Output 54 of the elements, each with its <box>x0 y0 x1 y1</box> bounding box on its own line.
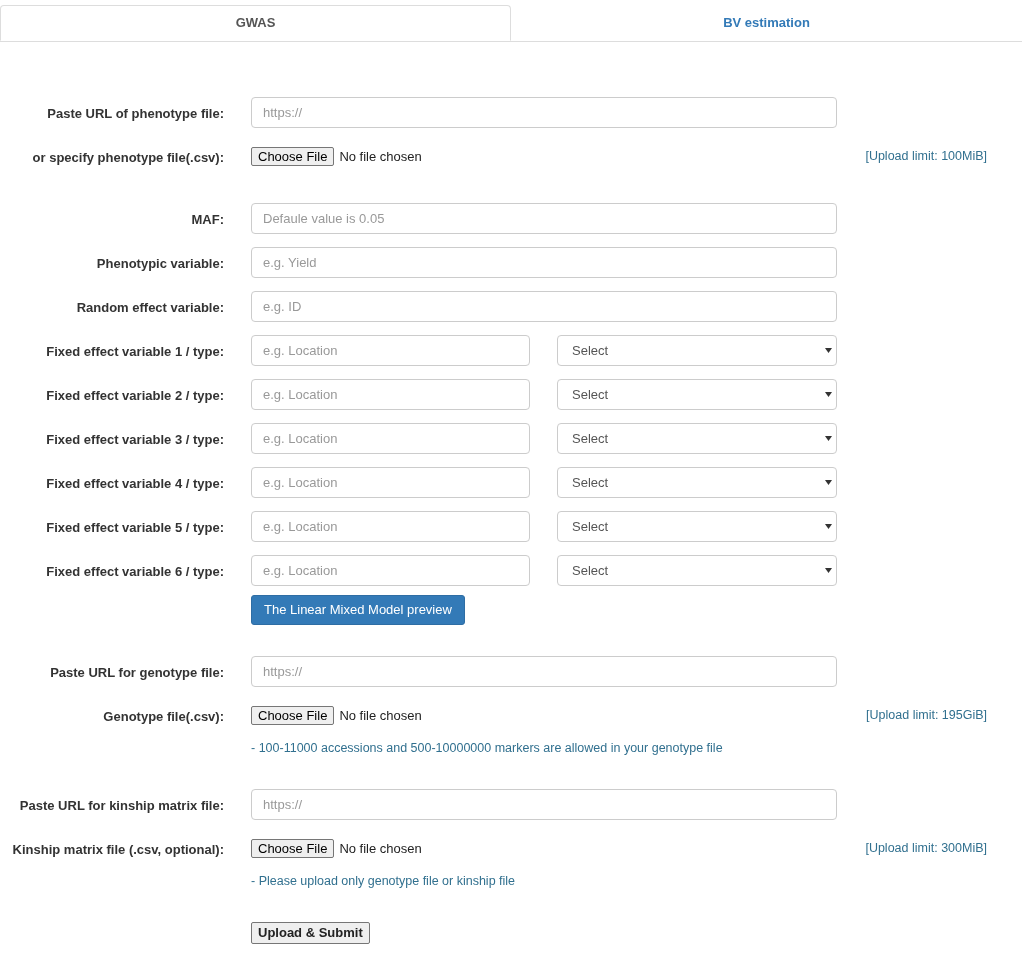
upload-limit: [Upload limit: 100MiB] <box>865 148 987 166</box>
field-label: Fixed effect variable 6 / type: <box>46 563 224 579</box>
field-label: Phenotypic variable: <box>96 255 224 271</box>
caret-icon <box>825 436 832 441</box>
choose-file-button[interactable]: Choose File <box>251 839 335 858</box>
field-label: Kinship matrix file (.csv, optional): <box>12 841 224 857</box>
tab[interactable]: GWAS <box>0 5 511 41</box>
text-field[interactable]: e.g. Location <box>251 379 530 410</box>
field-label: Fixed effect variable 2 / type: <box>46 387 224 403</box>
upload-limit: [Upload limit: 300MiB] <box>865 840 987 858</box>
text-field[interactable]: e.g. Location <box>251 423 530 454</box>
caret-icon <box>825 348 832 353</box>
text-field[interactable]: https:// <box>251 656 837 687</box>
caret-icon <box>825 480 832 485</box>
help-note: - Please upload only genotype file or kinship file <box>251 872 516 890</box>
select-field[interactable]: Select <box>557 467 837 498</box>
caret-icon <box>825 524 832 529</box>
choose-file-button[interactable]: Choose File <box>251 147 335 166</box>
field-label: Fixed effect variable 3 / type: <box>46 431 224 447</box>
choose-file-button[interactable]: Choose File <box>251 706 335 725</box>
select-field[interactable]: Select <box>557 379 837 410</box>
caret-icon <box>825 568 832 573</box>
submit-button[interactable]: Upload & Submit <box>251 922 370 944</box>
tab[interactable]: BV estimation <box>511 5 1022 41</box>
caret-icon <box>825 392 832 397</box>
select-field[interactable]: Select <box>557 555 837 586</box>
field-label: Fixed effect variable 1 / type: <box>46 343 224 359</box>
field-label: Paste URL for genotype file: <box>50 664 224 680</box>
text-field[interactable]: e.g. Yield <box>251 247 837 278</box>
file-status: No file chosen <box>339 706 422 725</box>
preview-button[interactable]: The Linear Mixed Model preview <box>251 595 465 625</box>
text-field[interactable]: https:// <box>251 97 837 128</box>
field-label: or specify phenotype file(.csv): <box>32 149 224 165</box>
select-field[interactable]: Select <box>557 423 837 454</box>
text-field[interactable]: e.g. Location <box>251 555 530 586</box>
file-status: No file chosen <box>339 147 422 166</box>
field-label: Paste URL of phenotype file: <box>47 105 224 121</box>
field-label: Genotype file(.csv): <box>103 708 224 724</box>
field-label: Random effect variable: <box>76 299 224 315</box>
text-field[interactable]: e.g. Location <box>251 511 530 542</box>
text-field[interactable]: https:// <box>251 789 837 820</box>
text-field[interactable]: e.g. Location <box>251 467 530 498</box>
text-field[interactable]: e.g. Location <box>251 335 530 366</box>
field-label: Fixed effect variable 4 / type: <box>46 475 224 491</box>
file-status: No file chosen <box>339 839 422 858</box>
field-label: Paste URL for kinship matrix file: <box>19 797 224 813</box>
text-field[interactable]: Defaule value is 0.05 <box>251 203 837 234</box>
field-label: MAF: <box>191 211 224 227</box>
select-field[interactable]: Select <box>557 511 837 542</box>
upload-limit: [Upload limit: 195GiB] <box>866 707 987 725</box>
select-field[interactable]: Select <box>557 335 837 366</box>
text-field[interactable]: e.g. ID <box>251 291 837 322</box>
field-label: Fixed effect variable 5 / type: <box>46 519 224 535</box>
help-note: - 100-11000 accessions and 500-10000000 markers are allowed in your genotype file <box>251 739 723 757</box>
